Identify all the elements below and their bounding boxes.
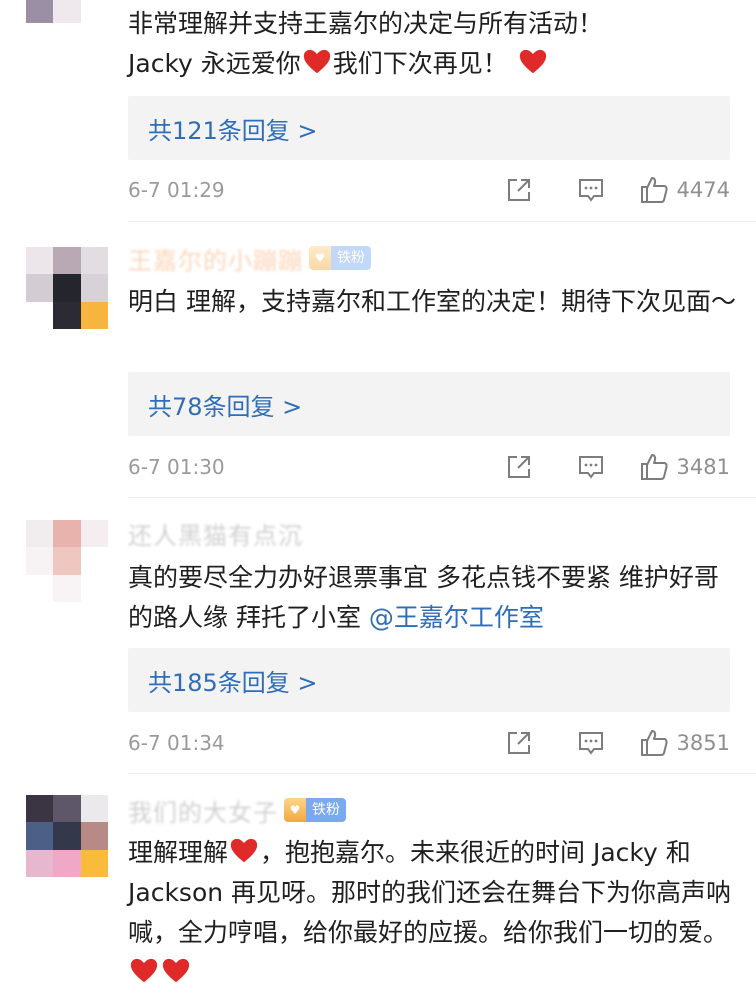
thumbs-up-icon — [640, 454, 668, 480]
comment-text: 明白 理解，支持嘉尔和工作室的决定！期待下次见面～ — [128, 287, 736, 316]
share-button[interactable] — [505, 176, 533, 204]
like-button[interactable]: 3481 — [639, 452, 730, 482]
view-replies-button[interactable]: 共78条回复 > — [128, 372, 730, 436]
comment-button[interactable] — [577, 729, 605, 757]
share-button[interactable] — [505, 729, 533, 757]
share-icon — [507, 179, 530, 201]
fan-icon: ♥ — [309, 246, 331, 270]
comment-button[interactable] — [577, 176, 605, 204]
timestamp: 6-7 01:34 — [128, 731, 225, 755]
like-count: 3851 — [676, 731, 730, 755]
timestamp: 6-7 01:30 — [128, 455, 225, 479]
comment-button[interactable] — [577, 453, 605, 481]
comment-meta: 6-7 01:34 3851 — [128, 727, 730, 759]
share-button[interactable] — [505, 453, 533, 481]
divider — [128, 497, 756, 498]
comment-text: 非常理解并支持王嘉尔的决定与所有活动！ Jacky 永远爱你 我们下次再见！ — [128, 9, 604, 78]
avatar[interactable] — [26, 795, 108, 877]
thumbs-up-icon — [640, 730, 668, 756]
heart-icon — [519, 49, 546, 74]
thumbs-up-icon — [640, 177, 668, 203]
share-icon — [507, 732, 530, 754]
avatar[interactable] — [26, 520, 108, 602]
avatar[interactable] — [26, 0, 108, 50]
comment-icon — [578, 179, 603, 202]
heart-icon — [303, 49, 330, 74]
comment-meta: 6-7 01:29 4474 — [128, 174, 730, 206]
like-count: 3481 — [676, 455, 730, 479]
share-icon — [507, 456, 530, 478]
comment-meta: 6-7 01:30 3481 — [128, 451, 730, 483]
divider — [128, 773, 756, 774]
mention-link[interactable]: @王嘉尔工作室 — [369, 603, 544, 632]
username[interactable]: 王嘉尔的小蹦蹦 ♥ 铁粉 — [128, 243, 371, 275]
timestamp: 6-7 01:29 — [128, 178, 225, 202]
heart-icon — [230, 838, 258, 863]
comment-icon — [578, 732, 603, 755]
view-replies-button[interactable]: 共121条回复 > — [128, 96, 730, 160]
username[interactable]: 还人黑猫有点沉 — [128, 518, 303, 550]
like-button[interactable]: 4474 — [639, 175, 730, 205]
like-count: 4474 — [676, 178, 730, 202]
fan-badge: ♥ 铁粉 — [309, 246, 371, 270]
fan-icon: ♥ — [284, 798, 306, 822]
comment-text: 真的要尽全力办好退票事宜 多花点钱不要紧 维护好哥的路人缘 拜托了小室 @王嘉尔… — [128, 563, 719, 632]
heart-icon — [130, 958, 158, 983]
username[interactable]: 我们的大女子 ♥ 铁粉 — [128, 795, 346, 827]
avatar[interactable] — [26, 247, 108, 329]
comment-icon — [578, 456, 603, 479]
view-replies-button[interactable]: 共185条回复 > — [128, 648, 730, 712]
fan-badge: ♥ 铁粉 — [284, 798, 346, 822]
comment-text: 理解理解 ，抱抱嘉尔。未来很近的时间 Jacky 和 Jackson 再见呀。那时… — [128, 833, 738, 993]
like-button[interactable]: 3851 — [639, 728, 730, 758]
heart-icon — [162, 958, 190, 983]
divider — [128, 221, 756, 222]
